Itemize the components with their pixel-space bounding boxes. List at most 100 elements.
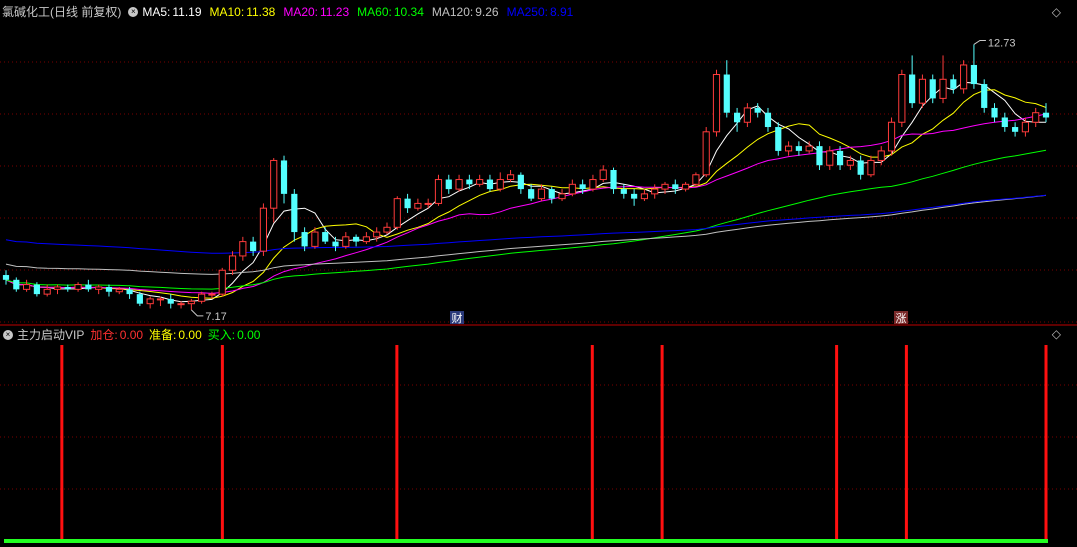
- candle: [105, 284, 113, 297]
- candle-body: [301, 232, 308, 247]
- candle: [2, 270, 10, 285]
- signal-bar: [60, 345, 64, 541]
- candle-body: [836, 150, 844, 166]
- candle-body: [187, 300, 195, 305]
- candle-body: [228, 255, 237, 271]
- candle-body: [33, 284, 40, 295]
- candle-body: [177, 303, 185, 306]
- candle-body: [620, 189, 627, 194]
- candle-body: [939, 78, 947, 99]
- candle-body: [466, 179, 473, 185]
- candle: [784, 141, 793, 156]
- candle-body: [476, 179, 484, 185]
- candle: [496, 172, 504, 192]
- candle: [43, 284, 51, 297]
- candle-body: [455, 179, 463, 190]
- candle: [95, 284, 103, 295]
- candle: [558, 189, 566, 202]
- candle-body: [548, 189, 555, 199]
- candle: [167, 294, 174, 309]
- candle-body: [64, 286, 71, 290]
- candle: [322, 227, 329, 244]
- candle: [198, 291, 206, 304]
- candle-body: [383, 226, 391, 233]
- candle: [146, 296, 154, 309]
- candle-body: [126, 289, 133, 295]
- candle-body: [414, 202, 422, 209]
- event-marker: 财: [452, 311, 463, 325]
- candle: [898, 69, 906, 128]
- candle: [13, 277, 20, 292]
- candle: [23, 279, 31, 292]
- candle-body: [23, 284, 31, 290]
- candle: [280, 155, 288, 204]
- candle: [826, 146, 834, 170]
- high-label: 12.73: [988, 37, 1016, 49]
- candle-body: [909, 74, 916, 104]
- candle-body: [393, 198, 401, 228]
- candle-body: [43, 288, 51, 295]
- candle-body: [723, 74, 730, 113]
- candle: [64, 284, 71, 292]
- candle: [640, 189, 649, 202]
- signal-bars: [4, 345, 1048, 543]
- candle-body: [270, 159, 278, 209]
- candle: [970, 44, 978, 89]
- candle-body: [950, 79, 957, 89]
- candle-body: [672, 184, 679, 190]
- candle-body: [651, 188, 659, 195]
- candle-body: [250, 241, 257, 252]
- candle-body: [1001, 117, 1008, 128]
- candle-body: [640, 193, 649, 200]
- candle-body: [702, 131, 710, 176]
- candle-body: [795, 146, 802, 151]
- candle: [228, 251, 237, 276]
- candle-body: [332, 241, 339, 247]
- candle-body: [558, 193, 566, 200]
- candle-body: [970, 64, 978, 85]
- candle-body: [85, 284, 92, 290]
- candle: [589, 174, 597, 192]
- candle: [187, 298, 195, 310]
- signal-bar: [395, 345, 399, 541]
- candle: [610, 167, 617, 194]
- candle: [270, 158, 278, 223]
- candle: [764, 107, 772, 132]
- candle: [599, 165, 607, 182]
- moving-average-lines: [5, 81, 1047, 303]
- candle-body: [105, 286, 113, 292]
- stock-chart-window: 氯碱化工 (日线 前复权) × MA5: 11.19 MA10: 11.38 MA20:…: [0, 0, 1077, 547]
- candle: [353, 234, 360, 247]
- candle-body: [506, 174, 515, 181]
- candle-body: [960, 64, 968, 90]
- candle: [672, 179, 679, 194]
- candle: [455, 174, 463, 192]
- candle-body: [775, 127, 782, 151]
- low-pointer: [190, 309, 204, 317]
- candle: [960, 60, 968, 94]
- ma-line: [5, 81, 1046, 303]
- candle: [702, 127, 710, 178]
- candle: [466, 174, 473, 190]
- candle-body: [404, 198, 411, 209]
- high-pointer: [973, 39, 986, 45]
- candle-body: [218, 269, 226, 295]
- candle-body: [146, 298, 154, 305]
- candle: [846, 155, 854, 170]
- candle: [734, 107, 741, 132]
- candle-body: [631, 193, 638, 199]
- candle-body: [424, 202, 432, 205]
- candle-body: [579, 184, 586, 190]
- candle: [775, 122, 782, 156]
- candle: [434, 174, 443, 206]
- candle-body: [496, 179, 504, 190]
- candle: [517, 172, 524, 194]
- signal-bar: [904, 345, 908, 541]
- candle: [486, 174, 494, 192]
- candle: [568, 179, 576, 197]
- candle: [939, 55, 947, 104]
- candle: [332, 236, 339, 252]
- candle: [528, 184, 535, 202]
- candle: [887, 117, 896, 156]
- candle-body: [589, 179, 597, 190]
